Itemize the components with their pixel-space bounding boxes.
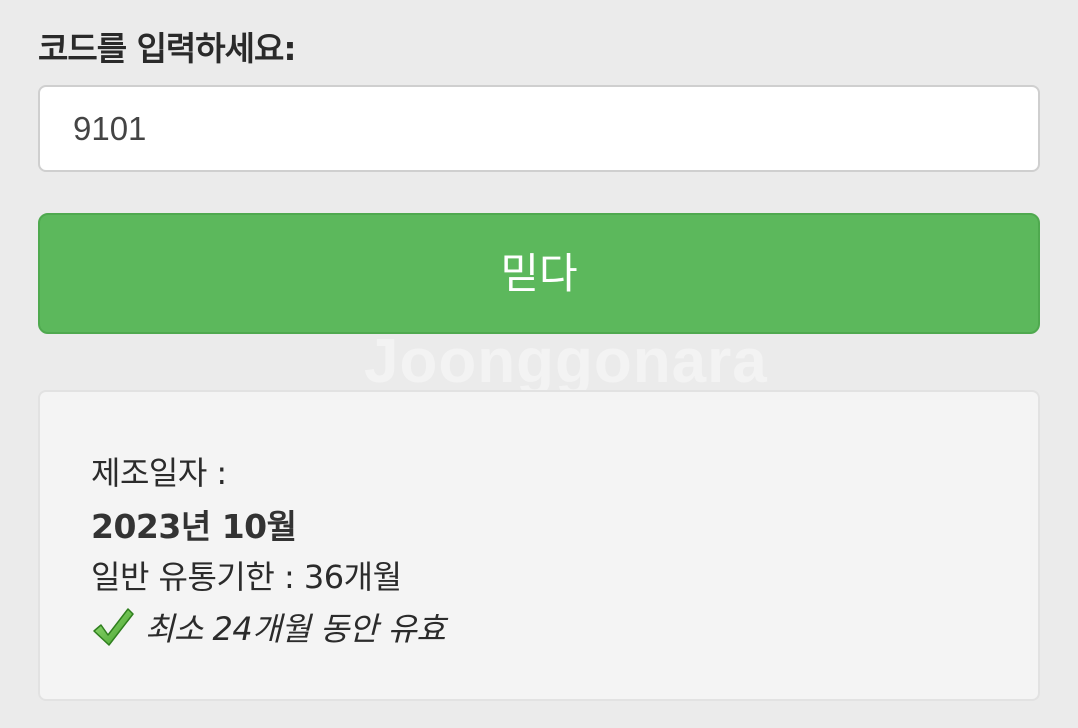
checkmark-icon: [91, 605, 135, 649]
manufacture-date-value: 2023년 10월: [91, 507, 297, 546]
prompt-label: 코드를 입력하세요:: [38, 29, 297, 68]
watermark: Joonggonara: [364, 327, 768, 396]
result-panel: 제조일자 : 2023년 10월 일반 유통기한 : 36개월 최소 24개월 …: [38, 390, 1040, 701]
validity-row: 최소 24개월 동안 유효: [91, 604, 446, 650]
code-input[interactable]: [38, 85, 1040, 172]
manufacture-date-label: 제조일자 :: [91, 454, 227, 492]
shelf-life-text: 일반 유통기한 : 36개월: [91, 558, 402, 596]
validity-text: 최소 24개월 동안 유효: [145, 610, 446, 648]
submit-button[interactable]: 믿다: [38, 213, 1040, 334]
